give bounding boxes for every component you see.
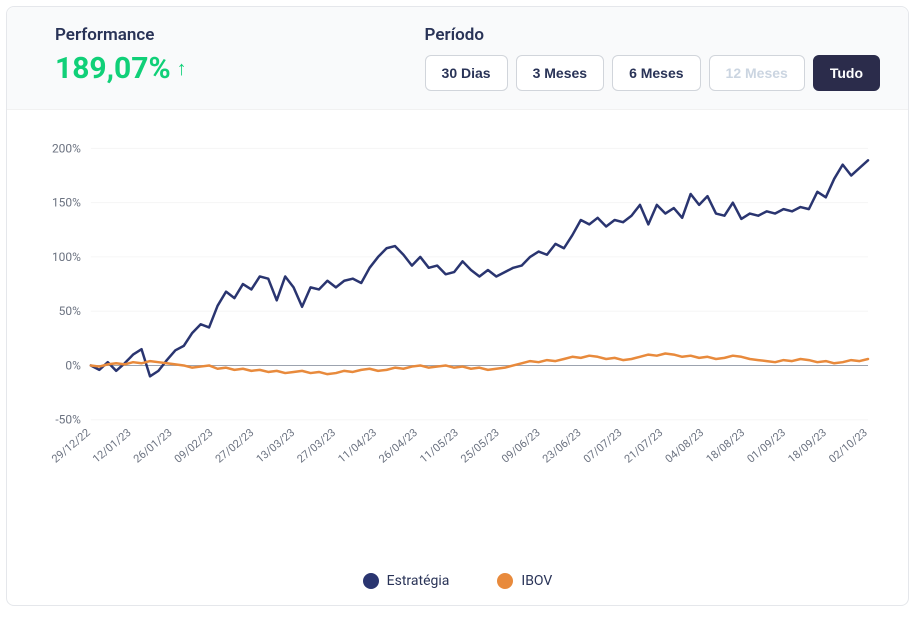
performance-value-row: 189,07% ↑ bbox=[55, 51, 187, 86]
chart-area: -50%0%50%100%150%200%29/12/2212/01/2326/… bbox=[7, 110, 908, 567]
period-12m-button[interactable]: 12 Meses bbox=[709, 55, 805, 91]
period-3m-button[interactable]: 3 Meses bbox=[516, 55, 604, 91]
svg-text:26/01/23: 26/01/23 bbox=[131, 426, 175, 466]
svg-text:11/05/23: 11/05/23 bbox=[417, 426, 461, 466]
svg-text:-50%: -50% bbox=[55, 413, 81, 427]
svg-text:25/05/23: 25/05/23 bbox=[458, 426, 502, 466]
performance-value: 189,07% bbox=[55, 51, 171, 86]
performance-card: Performance 189,07% ↑ Período 30 Dias 3 … bbox=[6, 6, 909, 606]
svg-text:27/02/23: 27/02/23 bbox=[213, 426, 257, 466]
svg-text:29/12/22: 29/12/22 bbox=[49, 426, 93, 466]
legend-item-estrategia[interactable]: Estratégia bbox=[363, 573, 450, 589]
svg-text:23/06/23: 23/06/23 bbox=[540, 426, 584, 466]
period-buttons: 30 Dias 3 Meses 6 Meses 12 Meses Tudo bbox=[425, 55, 880, 91]
period-6m-button[interactable]: 6 Meses bbox=[612, 55, 700, 91]
svg-text:21/07/23: 21/07/23 bbox=[622, 426, 666, 466]
svg-text:27/03/23: 27/03/23 bbox=[295, 426, 339, 466]
trend-up-icon: ↑ bbox=[177, 56, 187, 81]
svg-text:02/10/23: 02/10/23 bbox=[826, 426, 870, 466]
legend-item-ibov[interactable]: IBOV bbox=[497, 573, 552, 589]
svg-text:200%: 200% bbox=[52, 141, 81, 155]
legend-label: Estratégia bbox=[387, 573, 450, 589]
svg-text:100%: 100% bbox=[52, 250, 81, 264]
performance-label: Performance bbox=[55, 25, 187, 45]
svg-text:01/09/23: 01/09/23 bbox=[745, 426, 789, 466]
svg-text:18/08/23: 18/08/23 bbox=[704, 426, 748, 466]
legend-dot-icon bbox=[363, 573, 379, 589]
svg-text:13/03/23: 13/03/23 bbox=[254, 426, 298, 466]
svg-text:26/04/23: 26/04/23 bbox=[376, 426, 420, 466]
svg-text:07/07/23: 07/07/23 bbox=[581, 426, 625, 466]
chart-svg: -50%0%50%100%150%200%29/12/2212/01/2326/… bbox=[35, 130, 880, 490]
period-label: Período bbox=[425, 25, 880, 45]
svg-text:50%: 50% bbox=[59, 304, 81, 318]
svg-text:11/04/23: 11/04/23 bbox=[335, 426, 379, 466]
legend-label: IBOV bbox=[521, 573, 552, 589]
svg-text:09/06/23: 09/06/23 bbox=[499, 426, 543, 466]
svg-text:0%: 0% bbox=[65, 358, 81, 372]
performance-block: Performance 189,07% ↑ bbox=[55, 25, 187, 86]
period-block: Período 30 Dias 3 Meses 6 Meses 12 Meses… bbox=[425, 25, 880, 91]
legend: Estratégia IBOV bbox=[7, 567, 908, 605]
legend-dot-icon bbox=[497, 573, 513, 589]
svg-text:04/08/23: 04/08/23 bbox=[663, 426, 707, 466]
svg-text:18/09/23: 18/09/23 bbox=[785, 426, 829, 466]
header: Performance 189,07% ↑ Período 30 Dias 3 … bbox=[7, 7, 908, 110]
svg-text:12/01/23: 12/01/23 bbox=[90, 426, 134, 466]
svg-text:150%: 150% bbox=[52, 196, 81, 210]
svg-text:09/02/23: 09/02/23 bbox=[172, 426, 216, 466]
period-30d-button[interactable]: 30 Dias bbox=[425, 55, 508, 91]
period-all-button[interactable]: Tudo bbox=[813, 55, 880, 91]
